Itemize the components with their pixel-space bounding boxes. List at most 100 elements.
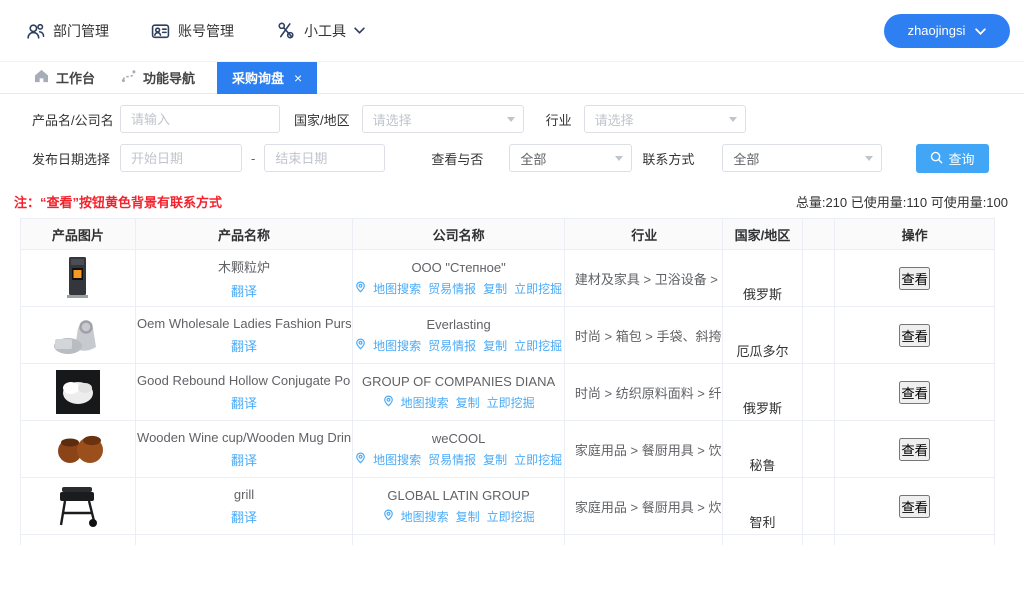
contact-highlight: 查看 — [899, 381, 930, 404]
copy-link[interactable]: 复制 — [456, 508, 480, 525]
usage-stats: 总量:210 已使用量:110 可使用量:100 — [796, 192, 1008, 211]
country-name: 秘鲁 — [749, 455, 775, 474]
contact-highlight: 查看 — [899, 267, 930, 290]
nav-item-tools[interactable]: 小工具 — [276, 21, 365, 41]
header-spacer — [803, 219, 835, 249]
contact-highlight: 查看 — [899, 438, 930, 461]
copy-link[interactable]: 复制 — [483, 451, 507, 468]
tab-bar: 工作台 功能导航 采购询盘 × — [0, 62, 1024, 94]
translate-link[interactable]: 翻译 — [231, 281, 257, 300]
filter-panel: 产品名/公司名 国家/地区 请选择 行业 请选择 发布日期选择 - 查看与否 全… — [0, 94, 1024, 185]
map-search-link[interactable]: 地图搜索 — [373, 280, 421, 297]
route-icon — [121, 69, 136, 86]
location-pin-icon — [355, 452, 366, 467]
country-flag — [749, 253, 775, 279]
country-name: 厄瓜多尔 — [736, 341, 788, 360]
start-date-input[interactable] — [120, 144, 242, 172]
industry-label: 行业 — [546, 110, 572, 129]
translate-link[interactable]: 翻译 — [231, 450, 257, 469]
location-pin-icon — [383, 395, 394, 410]
view-button[interactable]: 查看 — [899, 267, 930, 290]
industry-select[interactable]: 请选择 — [584, 105, 746, 133]
view-button[interactable]: 查看 — [899, 438, 930, 461]
table-header: 产品图片 产品名称 公司名称 行业 国家/地区 操作 — [21, 219, 994, 250]
home-icon — [34, 69, 49, 86]
note-text: 注：“查看”按钮黄色背景有联系方式 — [14, 192, 222, 211]
end-date-input[interactable] — [264, 144, 385, 172]
table-row: Oem Wholesale Ladies Fashion Purses 4 翻译… — [21, 307, 994, 364]
header-country: 国家/地区 — [723, 219, 804, 249]
product-name: Oem Wholesale Ladies Fashion Purses 4 — [137, 316, 351, 331]
viewed-select-value: 全部 — [520, 149, 546, 168]
spacer-cell — [803, 307, 835, 363]
product-name: Good Rebound Hollow Conjugate Polyest — [137, 373, 351, 388]
country-name: 智利 — [749, 512, 775, 531]
filter-row-2: 发布日期选择 - 查看与否 全部 联系方式 全部 — [32, 144, 904, 172]
copy-link[interactable]: 复制 — [456, 394, 480, 411]
map-search-link[interactable]: 地图搜索 — [401, 394, 449, 411]
view-button[interactable]: 查看 — [899, 495, 930, 518]
caret-down-icon — [615, 156, 623, 161]
trade-intel-link[interactable]: 贸易情报 — [428, 280, 476, 297]
caret-down-icon — [507, 117, 515, 122]
product-name: grill — [234, 487, 254, 502]
table-row: grill 翻译 GLOBAL LATIN GROUP 地图搜索 复制 立即挖掘… — [21, 478, 994, 535]
copy-link[interactable]: 复制 — [483, 337, 507, 354]
header-product-name: 产品名称 — [136, 219, 354, 249]
trade-intel-link[interactable]: 贸易情报 — [428, 451, 476, 468]
country-flag — [749, 424, 775, 450]
location-pin-icon — [355, 338, 366, 353]
people-icon — [26, 22, 45, 40]
close-icon[interactable]: × — [294, 71, 302, 85]
viewed-select[interactable]: 全部 — [509, 144, 632, 172]
product-name-input[interactable] — [120, 105, 280, 133]
table-row: Wooden Wine cup/Wooden Mug Drinking 翻译 w… — [21, 421, 994, 478]
translate-link[interactable]: 翻译 — [231, 507, 257, 526]
copy-link[interactable]: 复制 — [483, 280, 507, 297]
map-search-link[interactable]: 地图搜索 — [373, 451, 421, 468]
dig-now-link[interactable]: 立即挖掘 — [487, 394, 535, 411]
table-row-partial — [21, 535, 994, 545]
tab-label: 采购询盘 — [232, 68, 284, 87]
user-menu-button[interactable]: zhaojingsi — [884, 14, 1010, 48]
view-button[interactable]: 查看 — [899, 324, 930, 347]
nav-item-label: 小工具 — [304, 21, 346, 41]
translate-link[interactable]: 翻译 — [231, 336, 257, 355]
view-button[interactable]: 查看 — [899, 381, 930, 404]
country-select[interactable]: 请选择 — [362, 105, 524, 133]
caret-down-icon — [729, 117, 737, 122]
company-name: GLOBAL LATIN GROUP — [387, 488, 529, 503]
product-image-pellet-stove — [21, 250, 136, 306]
company-name: Everlasting — [426, 317, 490, 332]
country-flag — [749, 367, 775, 393]
tab-workbench[interactable]: 工作台 — [30, 62, 99, 94]
country-select-value: 请选择 — [373, 110, 412, 129]
dig-now-link[interactable]: 立即挖掘 — [514, 451, 562, 468]
tab-func-nav[interactable]: 功能导航 — [117, 62, 199, 94]
map-search-link[interactable]: 地图搜索 — [401, 508, 449, 525]
dig-now-link[interactable]: 立即挖掘 — [514, 280, 562, 297]
spacer-cell — [803, 364, 835, 420]
inquiry-table: 产品图片 产品名称 公司名称 行业 国家/地区 操作 木颗粒炉 翻译 OOO "… — [20, 218, 995, 545]
trade-intel-link[interactable]: 贸易情报 — [428, 337, 476, 354]
location-pin-icon — [383, 509, 394, 524]
industry-path: 建材及家具 > 卫浴设备 > ... — [565, 250, 723, 306]
search-button[interactable]: 查询 — [916, 144, 989, 173]
tab-label: 功能导航 — [143, 68, 195, 87]
nav-item-department[interactable]: 部门管理 — [26, 21, 109, 41]
translate-link[interactable]: 翻译 — [231, 393, 257, 412]
tab-purchase-inquiry[interactable]: 采购询盘 × — [217, 62, 317, 94]
contact-select[interactable]: 全部 — [722, 144, 882, 172]
product-name: 木颗粒炉 — [218, 257, 270, 276]
viewed-label: 查看与否 — [431, 149, 483, 168]
dig-now-link[interactable]: 立即挖掘 — [487, 508, 535, 525]
product-image-wooden-cups — [21, 421, 136, 477]
dig-now-link[interactable]: 立即挖掘 — [514, 337, 562, 354]
map-search-link[interactable]: 地图搜索 — [373, 337, 421, 354]
country-name: 俄罗斯 — [743, 284, 782, 303]
nav-item-account[interactable]: 账号管理 — [151, 21, 234, 41]
table-row: 木颗粒炉 翻译 OOO "Степное" 地图搜索 贸易情报 复制 立即挖掘 … — [21, 250, 994, 307]
product-name: Wooden Wine cup/Wooden Mug Drinking — [137, 430, 351, 445]
spacer-cell — [803, 421, 835, 477]
top-navbar: 部门管理 账号管理 小工具 — [0, 0, 1024, 62]
